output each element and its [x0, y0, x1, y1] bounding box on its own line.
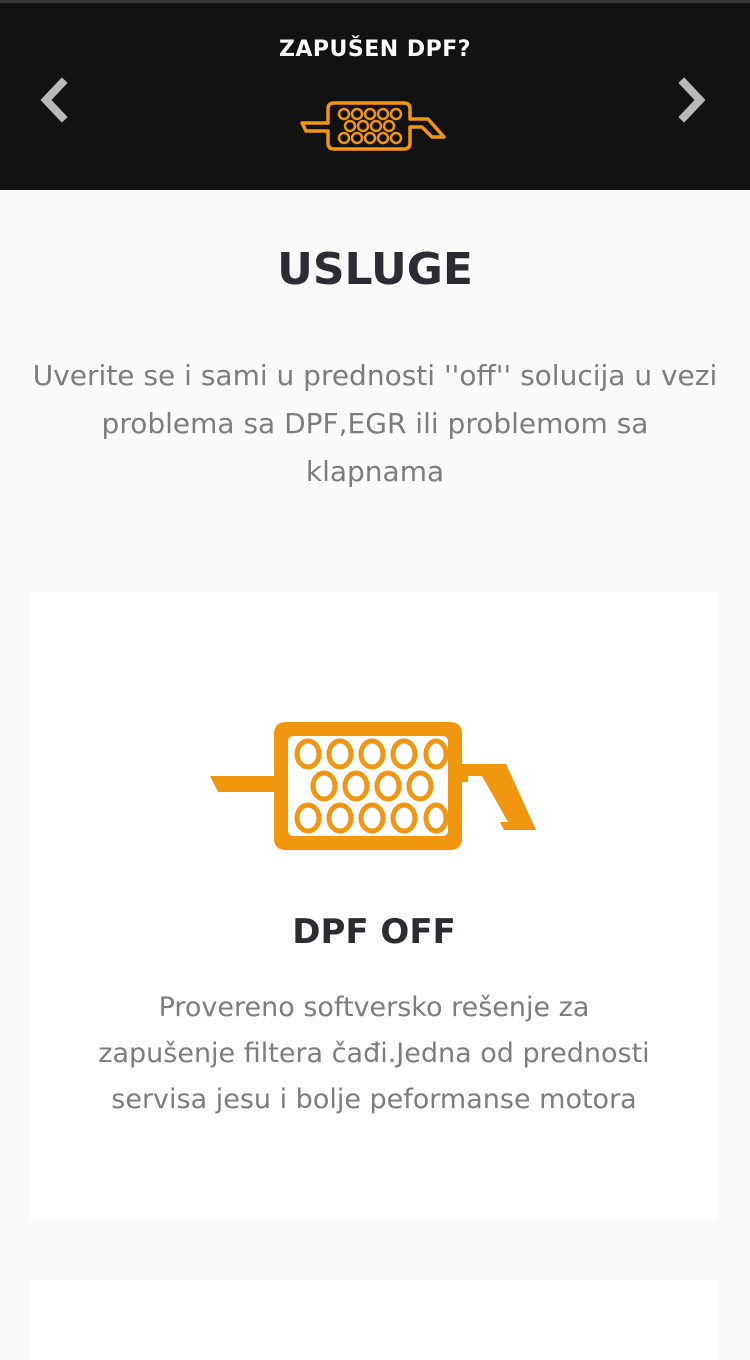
service-card-title: DPF OFF — [292, 912, 456, 952]
chevron-right-icon[interactable] — [668, 75, 714, 125]
section-intro: Uverite se i sami u prednosti ''off'' so… — [32, 359, 718, 488]
hero-banner: ZAPUŠEN DPF? — [0, 0, 750, 190]
hero-title: ZAPUŠEN DPF? — [278, 37, 472, 62]
dpf-filter-icon — [210, 714, 536, 854]
service-card-text: Provereno softversko rešenje za zapušenj… — [98, 992, 650, 1115]
dpf-filter-icon — [300, 99, 448, 155]
service-card — [30, 1280, 718, 1360]
chevron-left-icon[interactable] — [32, 75, 78, 125]
section-heading: USLUGE — [277, 244, 473, 295]
service-card: DPF OFF Provereno softversko rešenje za … — [30, 592, 718, 1220]
